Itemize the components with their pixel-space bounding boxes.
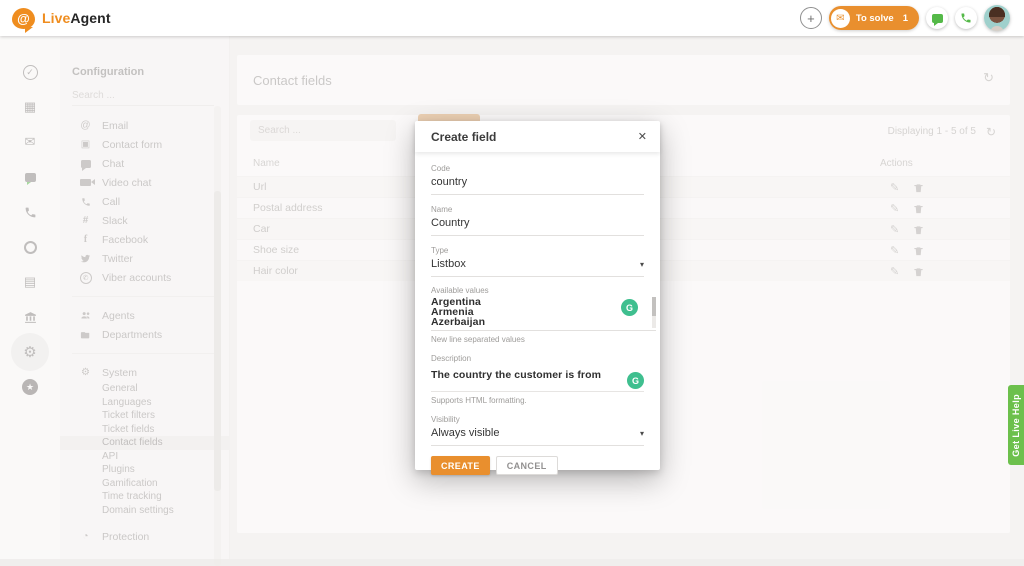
create-button[interactable]: CREATE — [431, 456, 490, 475]
chevron-down-icon: ▾ — [640, 429, 644, 438]
get-live-help-button[interactable]: Get Live Help — [1008, 385, 1024, 465]
to-solve-count: 1 — [903, 13, 908, 24]
name-label: Name — [431, 205, 644, 214]
type-label: Type — [431, 246, 644, 255]
create-field-modal: Create field ✕ Code country Name Country… — [415, 121, 660, 470]
envelope-icon: ✉ — [831, 9, 850, 28]
plus-icon: + — [807, 11, 815, 26]
available-values-helper: New line separated values — [431, 335, 644, 344]
to-solve-button[interactable]: ✉ To solve 1 — [829, 6, 919, 30]
chat-icon — [932, 14, 943, 23]
grammarly-icon[interactable]: G — [627, 372, 644, 389]
logo-bubble-icon: @ — [12, 8, 35, 29]
description-helper: Supports HTML formatting. — [431, 396, 644, 405]
visibility-label: Visibility — [431, 415, 644, 424]
grammarly-icon[interactable]: G — [621, 299, 638, 316]
values-scrollbar-thumb[interactable] — [652, 297, 656, 316]
user-avatar[interactable] — [984, 5, 1010, 31]
close-icon[interactable]: ✕ — [638, 130, 647, 143]
liveagent-logo[interactable]: @ LiveAgent — [12, 8, 111, 29]
description-divider — [431, 391, 644, 392]
description-label: Description — [431, 354, 644, 363]
available-values-textarea[interactable]: Argentina Armenia Azerbaijan G — [431, 297, 656, 331]
type-select[interactable]: Listbox ▾ — [431, 258, 644, 277]
name-input[interactable]: Country — [431, 217, 644, 236]
visibility-select[interactable]: Always visible ▾ — [431, 427, 644, 446]
modal-header: Create field ✕ — [415, 121, 660, 152]
to-solve-label: To solve — [856, 13, 894, 24]
description-textarea[interactable]: The country the customer is from G — [431, 365, 644, 391]
code-input[interactable]: country — [431, 176, 644, 195]
values-scrollbar[interactable] — [652, 297, 656, 328]
logo-text: LiveAgent — [42, 10, 111, 26]
cancel-button[interactable]: CANCEL — [496, 456, 558, 475]
add-button[interactable]: + — [800, 7, 822, 29]
available-values-label: Available values — [431, 286, 644, 295]
chats-button[interactable] — [926, 7, 948, 29]
phone-icon — [960, 12, 972, 24]
chevron-down-icon: ▾ — [640, 260, 644, 269]
calls-button[interactable] — [955, 7, 977, 29]
code-label: Code — [431, 164, 644, 173]
top-header: @ LiveAgent + ✉ To solve 1 — [0, 0, 1024, 36]
modal-title: Create field — [431, 130, 496, 144]
